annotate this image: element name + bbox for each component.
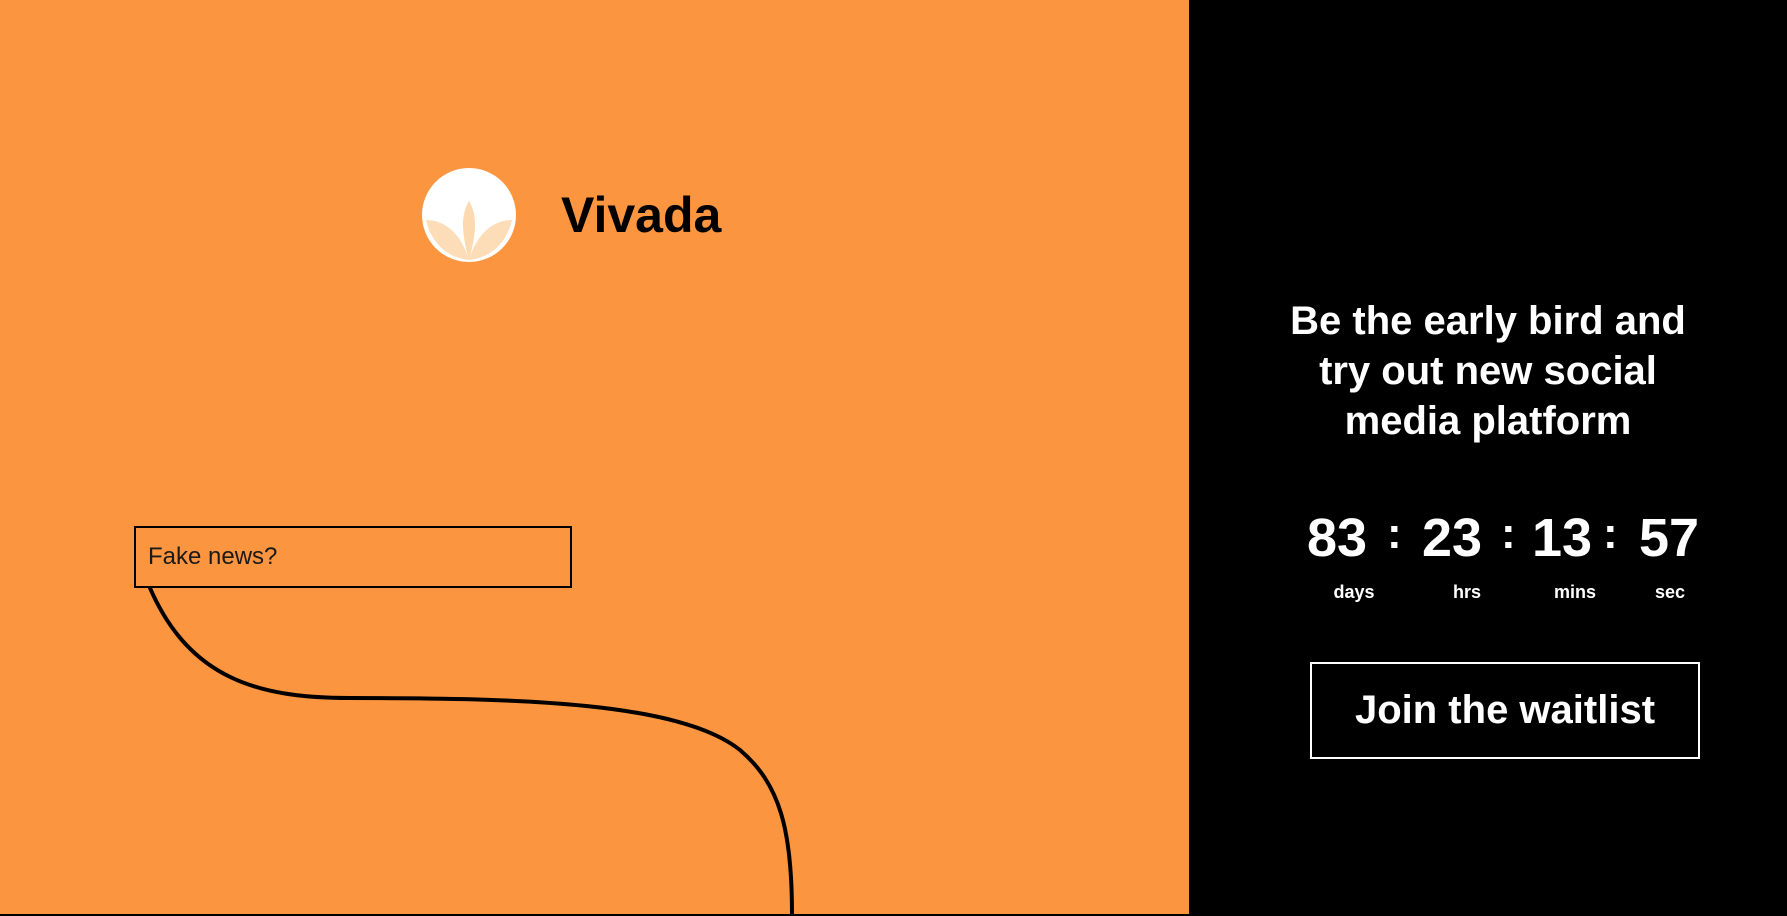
- landing-page: Vivada Fake news? Be the early bird and …: [0, 0, 1787, 916]
- countdown-seconds: 57: [1639, 508, 1700, 568]
- headline-line-3: media platform: [1344, 399, 1632, 443]
- countdown-days: 83: [1307, 508, 1368, 568]
- headline-line-1: Be the early bird and: [1290, 299, 1686, 343]
- countdown-minutes: 13: [1532, 508, 1593, 568]
- lotus-icon: [422, 168, 516, 262]
- countdown-separator: :: [1603, 509, 1618, 558]
- headline: Be the early bird and try out new social…: [1189, 296, 1787, 446]
- fake-news-label: Fake news?: [148, 543, 278, 570]
- right-panel: Be the early bird and try out new social…: [1189, 0, 1787, 916]
- brand: Vivada: [422, 168, 721, 262]
- decorative-curve: [148, 586, 794, 914]
- countdown-seconds-label: sec: [1654, 582, 1686, 602]
- countdown-hours-label: hrs: [1452, 582, 1481, 602]
- brand-name: Vivada: [561, 187, 722, 243]
- join-waitlist-button[interactable]: Join the waitlist: [1310, 662, 1700, 759]
- fake-news-box: Fake news?: [134, 526, 572, 588]
- countdown-timer: 83 : 23 : 13 : 57 days hrs mins sec: [1189, 506, 1787, 616]
- countdown-days-label: days: [1333, 582, 1375, 602]
- countdown-separator: :: [1501, 509, 1516, 558]
- countdown-hours: 23: [1422, 508, 1483, 568]
- countdown-minutes-label: mins: [1553, 582, 1596, 602]
- countdown-separator: :: [1387, 509, 1402, 558]
- left-panel: Vivada Fake news?: [0, 0, 1189, 914]
- headline-line-2: try out new social: [1319, 349, 1657, 393]
